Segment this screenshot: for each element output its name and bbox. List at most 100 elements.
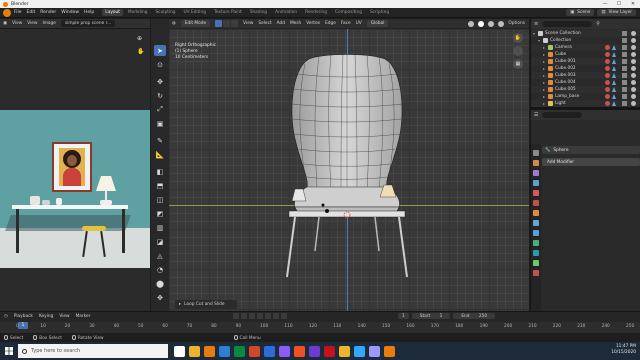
move-tool-icon[interactable]: ✥ — [154, 76, 166, 87]
taskbar-app-icon[interactable] — [174, 345, 185, 357]
transform-tool-icon[interactable]: ▣ — [154, 118, 166, 129]
tab-rendering[interactable]: Rendering — [302, 9, 330, 16]
visibility-eye-icon[interactable] — [631, 38, 636, 43]
menu-help[interactable]: Help — [84, 10, 94, 15]
visibility-eye-icon[interactable] — [631, 52, 636, 57]
taskbar-app-icon[interactable] — [189, 345, 200, 357]
taskbar-app-icon[interactable] — [279, 345, 290, 357]
properties-search-input[interactable] — [542, 112, 583, 118]
properties-type-icon[interactable]: ☰ — [534, 112, 538, 118]
add-cube-tool-icon[interactable]: ◧ — [154, 166, 166, 177]
outliner-row[interactable]: ▸ Cube.004 — [531, 79, 640, 86]
timeline-menu-playback[interactable]: Playback — [14, 314, 33, 319]
image-name-field[interactable]: simple prop scene r... — [60, 20, 116, 27]
minimize-button[interactable]: — — [598, 0, 612, 8]
outliner-row[interactable]: ▸ Camera — [531, 44, 640, 51]
object-name-field[interactable]: 🔧 Sphere — [542, 146, 640, 154]
editor-type-icon[interactable]: ◍ — [172, 21, 176, 26]
last-operator-panel[interactable]: ▸ Loop Cut and Slide — [175, 300, 237, 309]
current-frame-field[interactable]: 1 — [398, 313, 409, 319]
knife-tool-icon[interactable]: ◪ — [154, 236, 166, 247]
outliner-type-icon[interactable]: ≡ — [534, 21, 538, 27]
object-tab-icon[interactable] — [533, 210, 539, 216]
outliner-row[interactable]: ▾ Scene Collection — [531, 30, 640, 37]
tab-layout[interactable]: Layout — [102, 9, 123, 16]
viewport-menu-face[interactable]: Face — [341, 21, 351, 26]
spin-tool-icon[interactable]: ◔ — [154, 264, 166, 275]
tab-scripting[interactable]: Scripting — [367, 9, 392, 16]
pin-icon[interactable]: ⊕ — [137, 35, 142, 42]
inset-tool-icon[interactable]: ◫ — [154, 194, 166, 205]
outliner-row[interactable]: ▸ Cube.002 — [531, 65, 640, 72]
ortho-toggle-icon[interactable]: ▦ — [513, 59, 523, 69]
render-toggle-icon[interactable] — [622, 80, 627, 85]
modifier-tab-icon[interactable] — [533, 220, 539, 226]
taskbar-app-icon[interactable] — [324, 345, 335, 357]
edge-select-icon[interactable] — [223, 20, 231, 27]
scale-tool-icon[interactable]: ⤢ — [154, 104, 166, 115]
shrink-tool-icon[interactable]: ✥ — [154, 292, 166, 303]
tab-modeling[interactable]: Modeling — [125, 9, 151, 16]
render-toggle-icon[interactable] — [622, 52, 627, 57]
tab-uv-editing[interactable]: UV Editing — [181, 9, 209, 16]
select-tool-icon[interactable]: ➤ — [154, 45, 166, 56]
render-toggle-icon[interactable] — [622, 101, 627, 106]
material-shading-icon[interactable] — [488, 20, 495, 27]
timeline-menu-marker[interactable]: Marker — [76, 314, 91, 319]
viewport-menu-add[interactable]: Add — [277, 21, 285, 26]
data-tab-icon[interactable] — [533, 260, 539, 266]
render-toggle-icon[interactable] — [622, 45, 627, 50]
system-tray-clock[interactable]: 11:47 PM 10/15/2020 — [611, 344, 636, 356]
tab-texture-paint[interactable]: Texture Paint — [211, 9, 245, 16]
start-frame-field[interactable]: Start 1 — [411, 313, 451, 319]
taskbar-app-icon[interactable] — [309, 345, 320, 357]
visibility-eye-icon[interactable] — [631, 59, 636, 64]
visibility-eye-icon[interactable] — [631, 87, 636, 92]
tab-compositing[interactable]: Compositing — [332, 9, 365, 16]
outliner-row[interactable]: ▸ Cube — [531, 51, 640, 58]
jump-start-icon[interactable] — [241, 313, 247, 319]
transform-orientation[interactable]: Global — [366, 20, 389, 27]
mode-selector[interactable]: Edit Mode — [180, 20, 211, 27]
image-view-label[interactable]: View — [27, 21, 37, 26]
visibility-eye-icon[interactable] — [631, 80, 636, 85]
close-button[interactable]: ✕ — [626, 0, 640, 8]
timeline-menu-keying[interactable]: Keying — [39, 314, 53, 319]
face-select-icon[interactable] — [231, 20, 239, 27]
render-toggle-icon[interactable] — [622, 31, 627, 36]
hand-icon[interactable]: ✋ — [137, 48, 144, 55]
options-dropdown[interactable]: Options — [508, 21, 525, 26]
taskbar-search[interactable]: Type here to search — [18, 344, 168, 358]
view-layer-tab-icon[interactable] — [533, 180, 539, 186]
filter-icon[interactable]: ⚲ — [596, 21, 600, 27]
taskbar-app-icon[interactable] — [204, 345, 215, 357]
render-toggle-icon[interactable] — [622, 66, 627, 71]
pan-view-icon[interactable]: ✋ — [513, 33, 523, 43]
menu-window[interactable]: Window — [61, 10, 79, 15]
next-keyframe-icon[interactable] — [273, 313, 279, 319]
outliner-search-input[interactable] — [542, 21, 593, 27]
add-modifier-button[interactable]: Add Modifier — [542, 158, 640, 166]
menu-edit[interactable]: Edit — [27, 10, 36, 15]
visibility-eye-icon[interactable] — [631, 101, 636, 106]
jump-end-icon[interactable] — [281, 313, 287, 319]
outliner-row[interactable]: ▸ Cube.003 — [531, 72, 640, 79]
outliner-row[interactable]: ▾ Collection — [531, 37, 640, 44]
image-menu[interactable]: Image — [42, 21, 55, 26]
taskbar-app-icon[interactable] — [249, 345, 260, 357]
tab-sculpting[interactable]: Sculpting — [152, 9, 178, 16]
render-tab-icon[interactable] — [533, 160, 539, 166]
outliner-row[interactable]: ▸ Light — [531, 100, 640, 107]
cursor-tool-icon[interactable]: ⊙ — [154, 59, 166, 70]
viewport-menu-select[interactable]: Select — [258, 21, 271, 26]
prev-keyframe-icon[interactable] — [249, 313, 255, 319]
outliner-row[interactable]: ▸ Cube.001 — [531, 58, 640, 65]
visibility-eye-icon[interactable] — [631, 31, 636, 36]
outliner-row[interactable]: ▸ Lamp_base — [531, 93, 640, 100]
taskbar-app-icon[interactable] — [339, 345, 350, 357]
editor-type-icon[interactable]: ▣ — [3, 21, 7, 26]
taskbar-app-icon[interactable] — [384, 345, 395, 357]
viewport-menu-uv[interactable]: UV — [356, 21, 362, 26]
viewport-menu-mesh[interactable]: Mesh — [290, 21, 301, 26]
rendered-shading-icon[interactable] — [498, 20, 505, 27]
